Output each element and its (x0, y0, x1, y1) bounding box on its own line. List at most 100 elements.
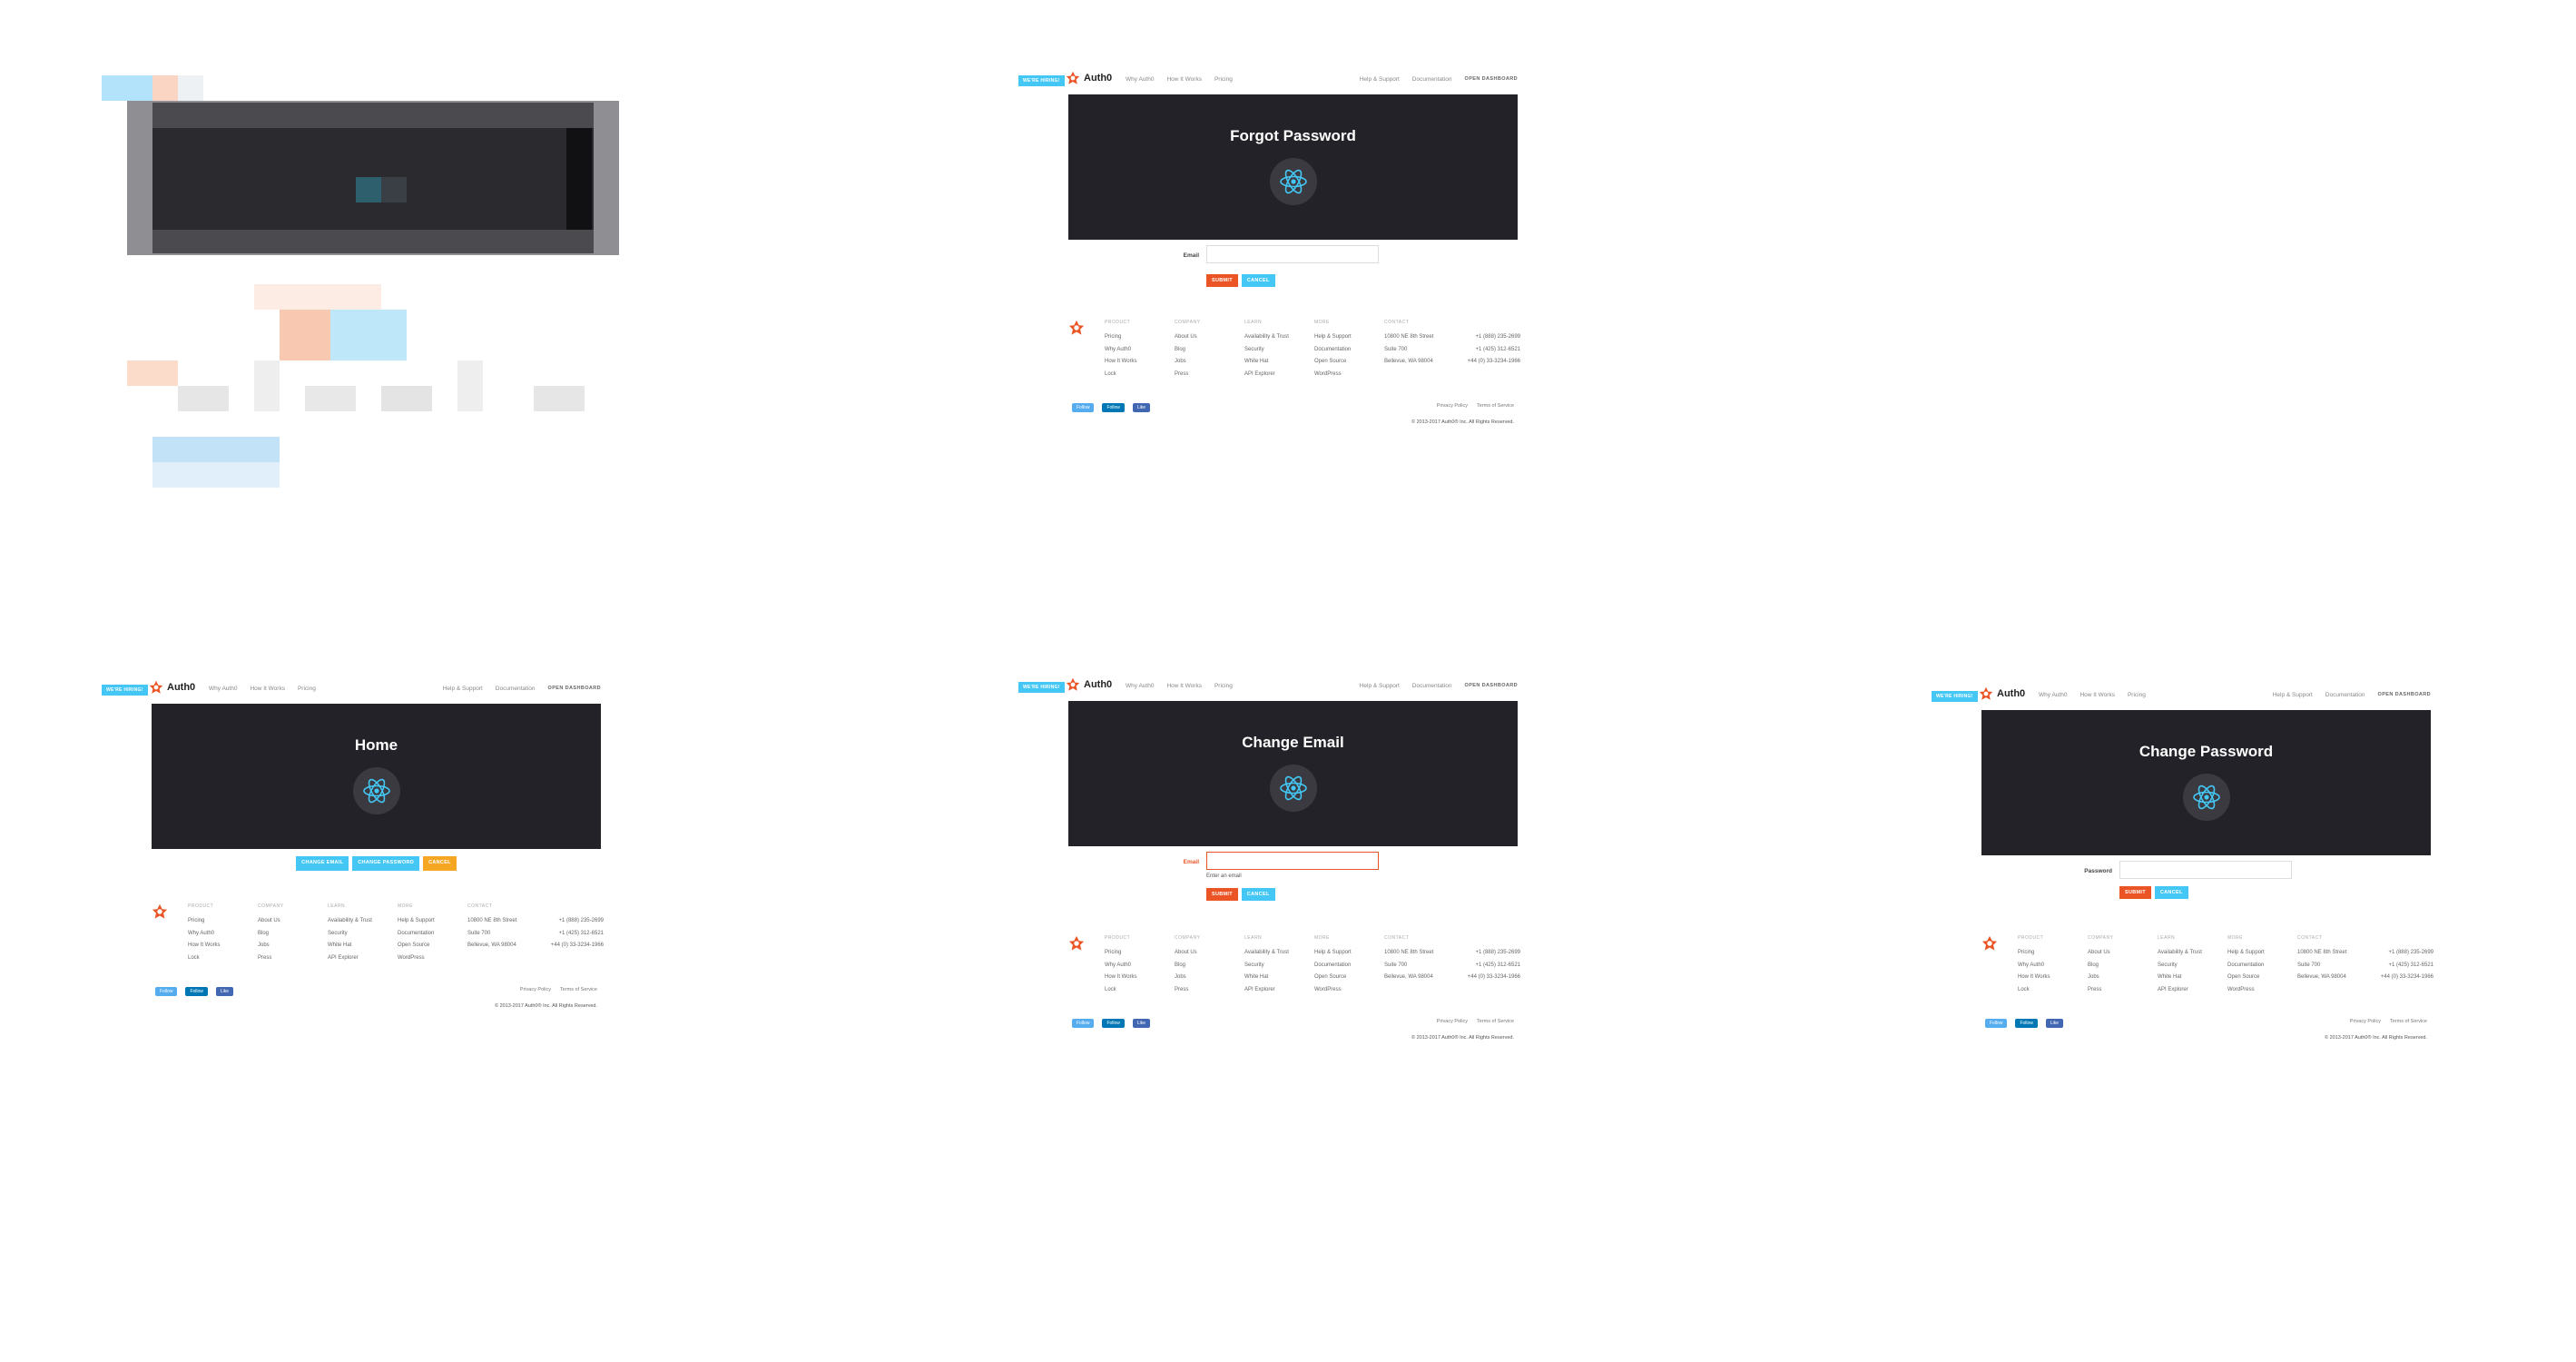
linkedin-follow-button[interactable]: Follow (1102, 1019, 1125, 1028)
footer-link[interactable]: Availability & Trust (1244, 947, 1314, 960)
change-password-button[interactable]: CHANGE PASSWORD (352, 856, 420, 871)
footer-link[interactable]: About Us (1175, 947, 1244, 960)
footer-link[interactable]: Jobs (1175, 972, 1244, 984)
footer-link[interactable]: API Explorer (2158, 984, 2227, 997)
footer-link[interactable]: About Us (1175, 331, 1244, 344)
nav-help-support[interactable]: Help & Support (2273, 692, 2313, 698)
footer-link[interactable]: Open Source (1314, 356, 1384, 369)
footer-link[interactable]: Press (1175, 984, 1244, 997)
hiring-badge[interactable]: WE'RE HIRING! (102, 685, 148, 696)
submit-button[interactable]: SUBMIT (1206, 274, 1238, 287)
footer-link[interactable]: Security (1244, 344, 1314, 357)
open-dashboard-link[interactable]: OPEN DASHBOARD (2378, 692, 2431, 698)
footer-link[interactable]: Open Source (1314, 972, 1384, 984)
footer-link[interactable]: Help & Support (1314, 947, 1384, 960)
linkedin-follow-button[interactable]: Follow (2015, 1019, 2038, 1028)
footer-link[interactable]: Why Auth0 (2018, 960, 2088, 972)
facebook-like-button[interactable]: Like (2045, 1019, 2064, 1028)
footer-link[interactable]: Lock (2018, 984, 2088, 997)
footer-link[interactable]: White Hat (1244, 356, 1314, 369)
footer-link[interactable]: Help & Support (2227, 947, 2297, 960)
open-dashboard-link[interactable]: OPEN DASHBOARD (1465, 76, 1518, 83)
footer-link[interactable]: Jobs (258, 940, 328, 952)
nav-pricing[interactable]: Pricing (1214, 683, 1233, 689)
footer-link[interactable]: Press (1175, 369, 1244, 381)
nav-pricing[interactable]: Pricing (298, 686, 316, 692)
footer-link[interactable]: How It Works (1105, 356, 1175, 369)
hiring-badge[interactable]: WE'RE HIRING! (1932, 691, 1978, 702)
footer-link[interactable]: White Hat (1244, 972, 1314, 984)
nav-documentation[interactable]: Documentation (496, 686, 536, 692)
twitter-follow-button[interactable]: Follow (1985, 1019, 2008, 1028)
nav-help-support[interactable]: Help & Support (1360, 683, 1400, 689)
footer-link[interactable]: Documentation (1314, 344, 1384, 357)
footer-link[interactable]: Help & Support (1314, 331, 1384, 344)
cancel-button[interactable]: CANCEL (1241, 888, 1275, 901)
footer-link[interactable]: API Explorer (1244, 984, 1314, 997)
facebook-like-button[interactable]: Like (1132, 403, 1151, 412)
twitter-follow-button[interactable]: Follow (155, 987, 178, 996)
hiring-badge[interactable]: WE'RE HIRING! (1018, 75, 1065, 86)
footer-link[interactable]: Pricing (1105, 331, 1175, 344)
footer-link[interactable]: Documentation (1314, 960, 1384, 972)
privacy-policy-link[interactable]: Privacy Policy (2350, 1019, 2381, 1024)
terms-of-service-link[interactable]: Terms of Service (560, 987, 597, 992)
nav-documentation[interactable]: Documentation (1412, 683, 1452, 689)
nav-why-auth0[interactable]: Why Auth0 (1126, 76, 1154, 83)
footer-link[interactable]: How It Works (2018, 972, 2088, 984)
footer-link[interactable]: Pricing (2018, 947, 2088, 960)
nav-how-it-works[interactable]: How It Works (250, 686, 285, 692)
footer-link[interactable]: Open Source (2227, 972, 2297, 984)
nav-why-auth0[interactable]: Why Auth0 (1126, 683, 1154, 689)
footer-link[interactable]: Pricing (1105, 947, 1175, 960)
nav-how-it-works[interactable]: How It Works (1166, 683, 1202, 689)
footer-link[interactable]: Availability & Trust (1244, 331, 1314, 344)
cancel-button[interactable]: CANCEL (1241, 274, 1275, 287)
auth0-logo[interactable]: Auth0 (1066, 677, 1112, 692)
nav-help-support[interactable]: Help & Support (1360, 76, 1400, 83)
footer-link[interactable]: API Explorer (328, 952, 398, 965)
email-field[interactable] (1206, 245, 1379, 263)
cancel-button[interactable]: CANCEL (423, 856, 457, 871)
auth0-logo[interactable]: Auth0 (1066, 71, 1112, 85)
footer-link[interactable]: Lock (1105, 369, 1175, 381)
terms-of-service-link[interactable]: Terms of Service (1477, 1019, 1514, 1024)
footer-link[interactable]: How It Works (1105, 972, 1175, 984)
footer-link[interactable]: Press (258, 952, 328, 965)
privacy-policy-link[interactable]: Privacy Policy (1437, 403, 1468, 409)
footer-link[interactable]: API Explorer (1244, 369, 1314, 381)
footer-link[interactable]: Jobs (2088, 972, 2158, 984)
footer-link[interactable]: WordPress (2227, 984, 2297, 997)
footer-link[interactable]: Documentation (398, 928, 467, 941)
footer-link[interactable]: Help & Support (398, 915, 467, 928)
footer-link[interactable]: About Us (258, 915, 328, 928)
change-email-button[interactable]: CHANGE EMAIL (296, 856, 349, 871)
nav-documentation[interactable]: Documentation (1412, 76, 1452, 83)
submit-button[interactable]: SUBMIT (2119, 886, 2151, 899)
footer-link[interactable]: Why Auth0 (1105, 344, 1175, 357)
twitter-follow-button[interactable]: Follow (1072, 403, 1095, 412)
footer-link[interactable]: Security (1244, 960, 1314, 972)
footer-link[interactable]: Lock (188, 952, 258, 965)
footer-link[interactable]: WordPress (398, 952, 467, 965)
facebook-like-button[interactable]: Like (1132, 1019, 1151, 1028)
footer-link[interactable]: Availability & Trust (328, 915, 398, 928)
nav-how-it-works[interactable]: How It Works (2079, 692, 2115, 698)
footer-link[interactable]: Why Auth0 (1105, 960, 1175, 972)
footer-link[interactable]: WordPress (1314, 369, 1384, 381)
footer-link[interactable]: WordPress (1314, 984, 1384, 997)
nav-why-auth0[interactable]: Why Auth0 (2039, 692, 2067, 698)
password-field[interactable] (2119, 861, 2292, 879)
twitter-follow-button[interactable]: Follow (1072, 1019, 1095, 1028)
footer-link[interactable]: White Hat (328, 940, 398, 952)
footer-link[interactable]: Security (328, 928, 398, 941)
footer-link[interactable]: Lock (1105, 984, 1175, 997)
open-dashboard-link[interactable]: OPEN DASHBOARD (548, 686, 601, 692)
nav-pricing[interactable]: Pricing (1214, 76, 1233, 83)
footer-link[interactable]: Blog (1175, 960, 1244, 972)
footer-link[interactable]: Security (2158, 960, 2227, 972)
footer-link[interactable]: Blog (1175, 344, 1244, 357)
nav-help-support[interactable]: Help & Support (443, 686, 483, 692)
terms-of-service-link[interactable]: Terms of Service (2390, 1019, 2427, 1024)
footer-link[interactable]: Blog (258, 928, 328, 941)
